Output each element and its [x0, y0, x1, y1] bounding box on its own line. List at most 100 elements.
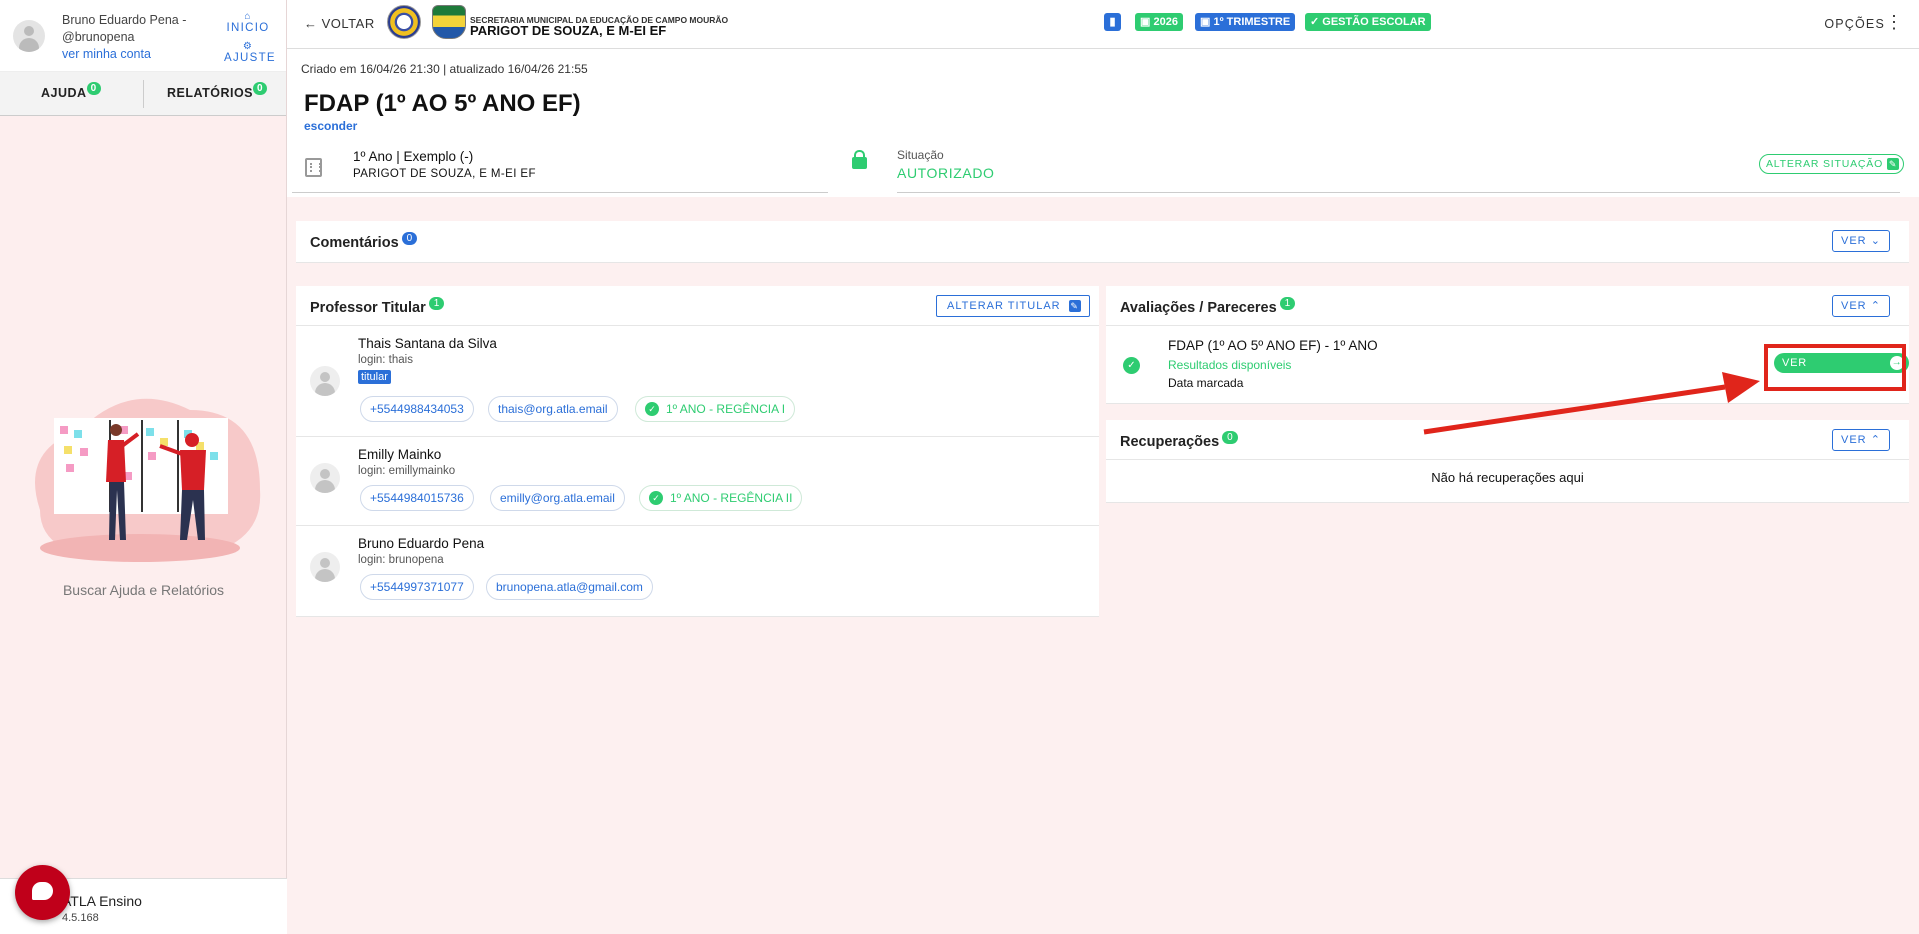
comments-count-badge: 0 — [401, 232, 418, 245]
class-school: PARIGOT DE SOUZA, E M-EI EF — [353, 168, 536, 180]
mode-badge[interactable]: ✓ GESTÃO ESCOLAR — [1305, 13, 1431, 31]
teachers-card: Professor Titular1 ALTERAR TITULAR Thais… — [296, 286, 1099, 617]
teachers-title: Professor Titular 1 — [310, 297, 445, 316]
settings-label: AJUSTE — [224, 52, 276, 64]
teachers-title-text: Professor Titular — [310, 300, 426, 316]
recoveries-title-text: Recuperações — [1120, 434, 1220, 450]
teachers-count-badge: 1 — [428, 297, 445, 310]
phone-chip[interactable]: +5544997371077 — [360, 574, 474, 600]
class-chip[interactable]: 1º ANO - REGÊNCIA II — [639, 485, 803, 511]
term-label: 1º TRIMESTRE — [1213, 16, 1291, 28]
user-panel: Bruno Eduardo Pena - @brunopena ver minh… — [0, 0, 286, 72]
tab-divider — [143, 80, 144, 108]
city-coat-of-arms-logo — [432, 5, 466, 39]
comments-ver-button[interactable]: VER ⌄ — [1832, 230, 1890, 252]
chat-icon[interactable] — [15, 865, 70, 920]
user-name: Bruno Eduardo Pena - @brunopena — [62, 13, 187, 44]
mode-label: GESTÃO ESCOLAR — [1322, 16, 1426, 28]
avatar — [310, 463, 340, 493]
lock-icon — [852, 150, 867, 169]
avatar — [310, 552, 340, 582]
recoveries-title: Recuperações 0 — [1120, 431, 1238, 450]
recoveries-card: Recuperações 0 VER ⌃ Não há recuperações … — [1106, 420, 1909, 503]
teacher-login: login: emillymainko — [358, 465, 456, 477]
comments-ver-label: VER — [1841, 235, 1867, 247]
check-icon: ✓ — [1310, 16, 1320, 28]
status-value: AUTORIZADO — [897, 165, 995, 181]
my-account-link[interactable]: ver minha conta — [62, 47, 151, 61]
arrow-left-icon: ← — [304, 16, 318, 31]
class-name: 1º Ano | Exemplo (-) — [353, 149, 474, 164]
year-label: 2026 — [1153, 16, 1178, 28]
avatar — [310, 366, 340, 396]
teacher-name: Emilly Mainko — [358, 447, 442, 462]
comments-title-text: Comentários — [310, 235, 399, 251]
kebab-menu-icon[interactable]: ⋮ — [1885, 13, 1903, 31]
change-titular-button[interactable]: ALTERAR TITULAR — [936, 295, 1090, 317]
gear-icon: ⚙ — [242, 41, 254, 52]
teachers-header: Professor Titular 1 ALTERAR TITULAR — [296, 286, 1099, 326]
tab-help-badge: 0 — [86, 82, 101, 95]
year-badge[interactable]: ▣ 2026 — [1135, 13, 1183, 31]
evaluations-header: Avaliações / Pareceres 1 VER ⌃ — [1106, 286, 1909, 326]
divider — [897, 192, 1900, 193]
chevron-down-icon: ⌄ — [1870, 235, 1881, 247]
recoveries-header: Recuperações 0 VER ⌃ — [1106, 420, 1909, 460]
email-chip[interactable]: emilly@org.atla.email — [490, 485, 625, 511]
document-header: Criado em 16/04/26 21:30 | atualizado 16… — [287, 49, 1919, 197]
evaluation-date: Data marcada — [1168, 376, 1244, 390]
recoveries-count-badge: 0 — [1222, 431, 1238, 444]
term-badge[interactable]: ▣ 1º TRIMESTRE — [1195, 13, 1296, 31]
bar-chart-icon[interactable]: ▮ — [1104, 13, 1121, 31]
app-name: ATLA Ensino — [62, 893, 142, 909]
settings-button[interactable]: ⚙ AJUSTE — [224, 41, 275, 65]
page-title: FDAP (1º AO 5º ANO EF) — [304, 90, 581, 117]
class-chip[interactable]: 1º ANO - REGÊNCIA I — [635, 396, 796, 422]
teacher-row: Emilly Mainko login: emillymainko +55449… — [296, 437, 1099, 526]
app-version: 4.5.168 — [62, 912, 99, 924]
recoveries-empty-message: Não há recuperações aqui — [1431, 470, 1584, 485]
hide-link[interactable]: esconder — [304, 119, 357, 133]
evaluations-ver-button[interactable]: VER ⌃ — [1832, 295, 1890, 317]
teacher-login: login: brunopena — [358, 554, 444, 566]
options-button[interactable]: OPÇÕES — [1824, 17, 1885, 31]
email-chip[interactable]: thais@org.atla.email — [488, 396, 618, 422]
teacher-row: Bruno Eduardo Pena login: brunopena +554… — [296, 526, 1099, 615]
education-secretariat-logo — [387, 5, 421, 39]
evaluation-status: Resultados disponíveis — [1168, 358, 1292, 372]
recoveries-ver-button[interactable]: VER ⌃ — [1832, 429, 1890, 451]
help-illustration — [35, 398, 261, 562]
evaluation-name: FDAP (1º AO 5º ANO EF) - 1º ANO — [1168, 338, 1378, 353]
check-icon: ✓ — [1123, 357, 1140, 374]
status-label: Situação — [897, 148, 944, 162]
user-avatar-icon[interactable] — [13, 20, 45, 52]
top-bar: ← VOLTAR SECRETARIA MUNICIPAL DA EDUCAÇÃ… — [287, 0, 1919, 49]
titular-tag: titular — [358, 370, 391, 384]
calendar-icon: ▣ — [1200, 16, 1211, 28]
home-button[interactable]: ⌂ INICIO — [224, 11, 272, 35]
help-search-text[interactable]: Buscar Ajuda e Relatórios — [0, 582, 287, 598]
teacher-name: Thais Santana da Silva — [358, 336, 497, 351]
tab-reports-badge: 0 — [253, 82, 268, 95]
tab-reports-label: RELATÓRIOS — [167, 86, 254, 100]
created-info: Criado em 16/04/26 21:30 | atualizado 16… — [301, 62, 588, 76]
email-chip[interactable]: brunopena.atla@gmail.com — [486, 574, 653, 600]
home-icon: ⌂ — [244, 11, 252, 22]
tab-reports[interactable]: RELATÓRIOS 0 — [167, 82, 268, 100]
phone-chip[interactable]: +5544984015736 — [360, 485, 474, 511]
change-status-button[interactable]: ALTERAR SITUAÇÃO — [1759, 154, 1905, 174]
sidebar: Bruno Eduardo Pena - @brunopena ver minh… — [0, 0, 287, 934]
sidebar-tabs: AJUDA 0 RELATÓRIOS 0 — [0, 72, 286, 116]
chevron-up-icon: ⌃ — [1870, 300, 1881, 312]
tab-help[interactable]: AJUDA 0 — [41, 82, 101, 100]
back-label: VOLTAR — [321, 16, 375, 31]
phone-chip[interactable]: +5544988434053 — [360, 396, 474, 422]
comments-card: Comentários 0 VER ⌄ — [296, 221, 1909, 263]
building-icon — [305, 158, 322, 177]
chevron-up-icon: ⌃ — [1870, 434, 1881, 446]
back-button[interactable]: ← VOLTAR — [304, 16, 375, 31]
school-name: PARIGOT DE SOUZA, E M-EI EF — [470, 23, 667, 38]
evaluations-count-badge: 1 — [1279, 297, 1296, 310]
teacher-name: Bruno Eduardo Pena — [358, 536, 485, 551]
tab-help-label: AJUDA — [41, 86, 87, 100]
